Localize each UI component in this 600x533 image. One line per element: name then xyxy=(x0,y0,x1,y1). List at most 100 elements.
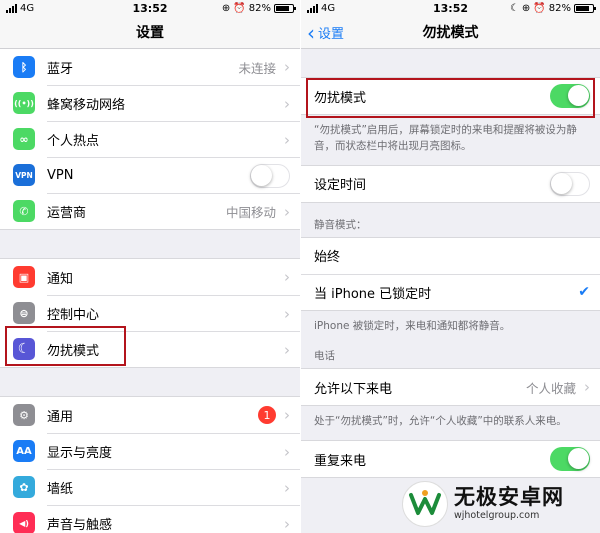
settings-row[interactable]: ☾ 勿扰模式 › xyxy=(0,331,300,367)
chevron-left-icon: ‹ xyxy=(307,20,315,45)
chevron-right-icon: › xyxy=(284,514,290,533)
repeat-calls-row[interactable]: 重复来电 xyxy=(301,441,600,477)
speaker-icon: ◀) xyxy=(13,512,35,533)
repeat-group: 重复来电 xyxy=(301,440,600,478)
locked-label: 当 iPhone 已锁定时 xyxy=(314,286,432,302)
dnd-row[interactable]: 勿扰模式 xyxy=(301,78,600,114)
settings-row-label: 声音与触感 xyxy=(47,518,113,533)
back-label: 设置 xyxy=(318,27,345,42)
chevron-right-icon: › xyxy=(284,130,290,149)
allow-calls-value: 个人收藏 xyxy=(525,380,576,396)
chevron-right-icon: › xyxy=(284,268,290,286)
hotspot-link-icon: ∞ xyxy=(13,128,35,150)
page-title: 勿扰模式 xyxy=(422,25,479,41)
settings-row-label: VPN xyxy=(47,168,74,183)
chevron-right-icon: › xyxy=(284,406,290,424)
chevron-right-icon: › xyxy=(284,304,290,323)
settings-row-label: 个人热点 xyxy=(47,134,100,149)
settings-row-label: 蓝牙 xyxy=(47,61,74,77)
settings-row-label: 勿扰模式 xyxy=(47,344,100,359)
chevron-right-icon: › xyxy=(284,94,290,113)
locked-description: iPhone 被锁定时，来电和通知都将静音。 xyxy=(314,319,511,332)
phone-section-header: 电话 xyxy=(314,350,335,363)
phone-icon: ✆ xyxy=(13,200,35,222)
notification-icon: ▣ xyxy=(13,266,35,288)
settings-row[interactable]: ✆ 运营商 中国移动 › xyxy=(0,193,300,229)
status-bar: 4G 13:52 ⊕ ⏰ 82% xyxy=(0,0,300,16)
notifications-group: ▣ 通知 › ⊜ 控制中心 › ☾ 勿扰模式 › xyxy=(0,258,300,368)
chevron-right-icon: › xyxy=(284,442,290,461)
battery-icon xyxy=(574,3,596,13)
clock: 13:52 xyxy=(132,1,168,15)
back-button[interactable]: ‹ 设置 xyxy=(307,16,344,49)
settings-row[interactable]: ✿ 墙纸 › xyxy=(0,469,300,505)
text-size-icon: AA xyxy=(13,440,35,462)
settings-row-label: 通知 xyxy=(47,271,74,287)
settings-row-label: 控制中心 xyxy=(47,308,100,323)
chevron-right-icon: › xyxy=(284,478,290,497)
settings-row-label: 通用 xyxy=(47,409,74,425)
dnd-panel: 4G 13:52 ☾ ⊕ ⏰ 82% ‹ 设置 勿扰模式 勿扰模式 “勿扰模式”… xyxy=(300,0,600,533)
chevron-right-icon: › xyxy=(284,202,290,221)
moon-icon: ☾ xyxy=(13,338,35,360)
settings-row[interactable]: ▣ 通知 › xyxy=(0,259,300,295)
schedule-toggle[interactable] xyxy=(550,171,590,196)
nav-bar: ‹ 设置 勿扰模式 xyxy=(301,16,600,49)
settings-row-value: 未连接 xyxy=(238,60,276,76)
dnd-toggle-group: 勿扰模式 xyxy=(301,77,600,115)
settings-row[interactable]: ◀) 声音与触感 › xyxy=(0,505,300,533)
silence-section-header: 静音模式： xyxy=(314,218,367,231)
clock: 13:52 xyxy=(432,1,468,15)
settings-row-value: 中国移动 xyxy=(225,205,276,220)
settings-row[interactable]: AA 显示与亮度 › xyxy=(0,433,300,469)
silence-always-option[interactable]: 始终 xyxy=(301,238,600,274)
vpn-toggle[interactable] xyxy=(250,163,290,188)
settings-row[interactable]: VPN VPN xyxy=(0,157,300,193)
schedule-row[interactable]: 设定时间 xyxy=(301,166,600,202)
dnd-description: “勿扰模式”启用后，屏幕锁定时的来电和提醒将被设为静音，而状态栏中将出现月亮图标… xyxy=(314,124,577,152)
settings-row-label: 显示与亮度 xyxy=(47,446,113,461)
vpn-icon: VPN xyxy=(13,164,35,186)
bluetooth-icon: ᛒ xyxy=(13,56,35,78)
control-center-icon: ⊜ xyxy=(13,302,35,324)
schedule-label: 设定时间 xyxy=(314,178,367,193)
watermark: 无极安卓网 wjhotelgroup.com xyxy=(402,478,597,530)
dnd-toggle[interactable] xyxy=(550,84,590,108)
cellular-antenna-icon: ((•)) xyxy=(13,92,35,114)
settings-row[interactable]: ⊜ 控制中心 › xyxy=(0,295,300,331)
settings-row[interactable]: ⚙ 通用 1 › xyxy=(0,397,300,433)
settings-row-label: 运营商 xyxy=(47,206,87,221)
settings-row-label: 墙纸 xyxy=(47,482,74,497)
settings-row[interactable]: ᛒ 蓝牙 未连接 › xyxy=(0,49,300,85)
general-group: ⚙ 通用 1 › AA 显示与亮度 › ✿ 墙纸 › ◀) 声音与触感 › xyxy=(0,396,300,533)
settings-row[interactable]: ∞ 个人热点 › xyxy=(0,121,300,157)
chevron-right-icon: › xyxy=(584,378,590,397)
dnd-label: 勿扰模式 xyxy=(314,90,367,106)
always-label: 始终 xyxy=(314,250,341,265)
page-title: 设置 xyxy=(136,25,164,41)
watermark-logo-icon xyxy=(402,481,448,527)
allow-calls-label: 允许以下来电 xyxy=(314,381,393,397)
repeat-calls-toggle[interactable] xyxy=(550,447,590,471)
silence-locked-option[interactable]: 当 iPhone 已锁定时 ✔ xyxy=(301,273,600,310)
settings-row-label: 蜂窝移动网络 xyxy=(47,98,126,113)
settings-panel: 4G 13:52 ⊕ ⏰ 82% 设置 ᛒ 蓝牙 未连接 › ((•)) 蜂窝移动网络 › ∞… xyxy=(0,0,300,533)
watermark-name: 无极安卓网 xyxy=(454,485,564,510)
nav-bar: 设置 xyxy=(0,16,300,49)
allow-calls-row[interactable]: 允许以下来电 个人收藏 › xyxy=(301,369,600,405)
gear-icon: ⚙ xyxy=(13,404,35,426)
schedule-group: 设定时间 xyxy=(301,164,600,203)
chevron-right-icon: › xyxy=(284,58,290,76)
phone-group: 允许以下来电 个人收藏 › xyxy=(301,368,600,407)
connectivity-group: ᛒ 蓝牙 未连接 › ((•)) 蜂窝移动网络 › ∞ 个人热点 › VPN VPN ✆ 运营商 中国移动 › xyxy=(0,49,300,230)
battery-icon xyxy=(274,3,296,13)
chevron-right-icon: › xyxy=(284,340,290,359)
wallpaper-flower-icon: ✿ xyxy=(13,476,35,498)
status-bar: 4G 13:52 ☾ ⊕ ⏰ 82% xyxy=(301,0,600,16)
settings-row[interactable]: ((•)) 蜂窝移动网络 › xyxy=(0,85,300,121)
repeat-calls-label: 重复来电 xyxy=(314,453,367,469)
watermark-url: wjhotelgroup.com xyxy=(454,510,540,522)
notification-badge: 1 xyxy=(258,406,276,424)
checkmark-icon: ✔ xyxy=(578,284,590,300)
silence-group: 始终 当 iPhone 已锁定时 ✔ xyxy=(301,236,600,311)
